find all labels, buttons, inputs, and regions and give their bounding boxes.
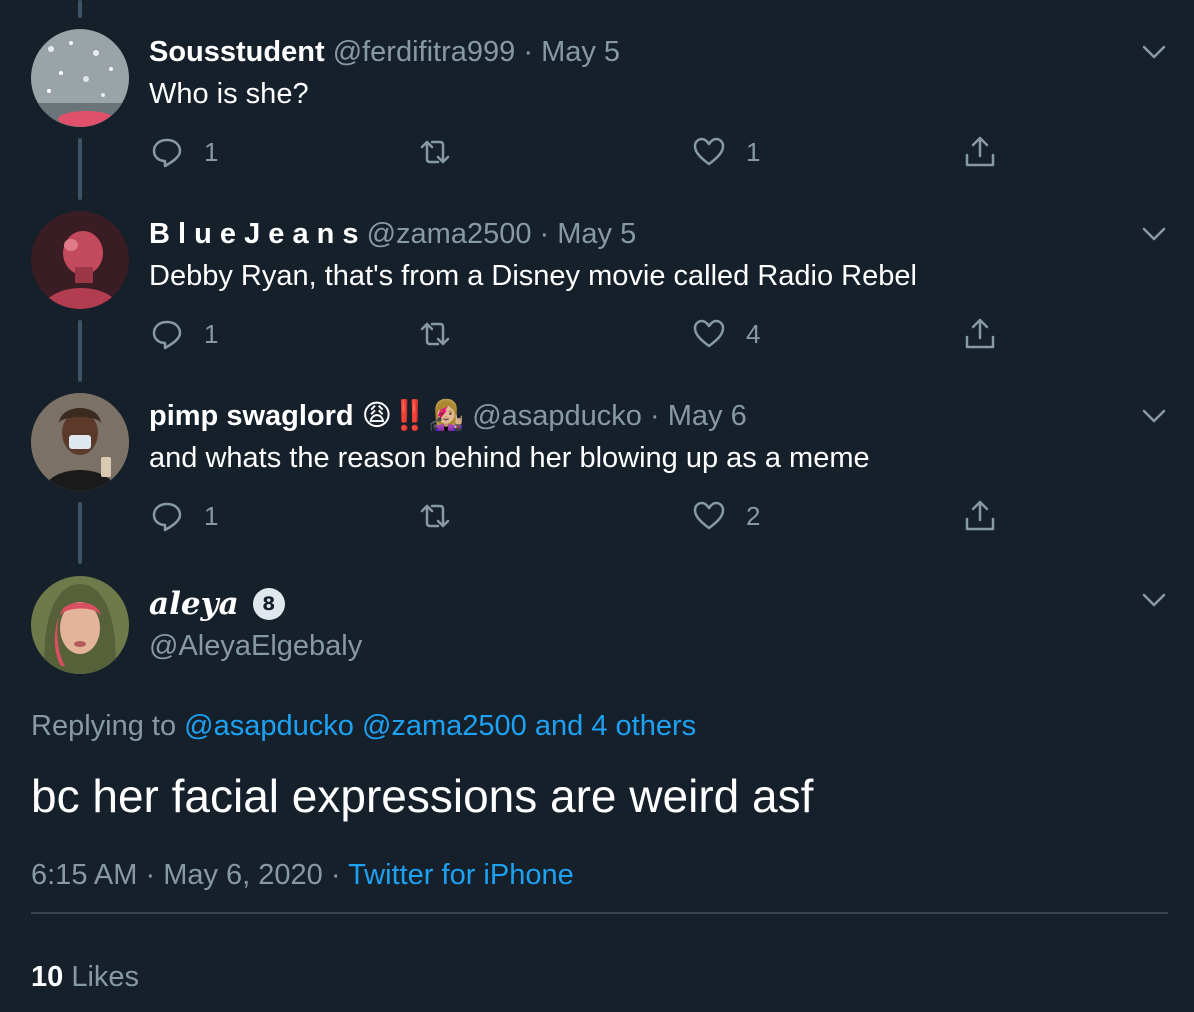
separator-dot: · <box>539 218 550 250</box>
like-count: 1 <box>746 136 761 167</box>
display-name[interactable]: aleya 8 <box>149 584 285 624</box>
share-button[interactable] <box>963 134 997 170</box>
like-count: 4 <box>746 318 761 349</box>
like-button[interactable]: 1 <box>692 134 760 170</box>
avatar[interactable] <box>31 576 129 674</box>
like-button[interactable]: 4 <box>692 316 760 352</box>
tweet-text: Who is she? <box>149 78 309 110</box>
reply-button[interactable]: 1 <box>150 316 218 352</box>
like-count: 2 <box>746 500 761 531</box>
share-button[interactable] <box>963 316 997 352</box>
reply-header: pimp swaglord 😩‼️👩🏼‍🎤 @asapducko · May 6 <box>149 396 747 436</box>
action-bar: 1 4 <box>0 302 1194 362</box>
reply-icon <box>152 138 182 168</box>
user-handle[interactable]: @zama2500 <box>367 218 532 250</box>
divider <box>31 912 1168 914</box>
eight-ball-icon: 8 <box>252 588 285 620</box>
replying-to: Replying to @asapducko @zama2500 and 4 o… <box>31 706 696 746</box>
display-name[interactable]: B l u e J e a n s <box>149 218 359 250</box>
like-icon <box>693 501 725 530</box>
avatar[interactable] <box>31 29 129 127</box>
reply-count: 1 <box>204 318 219 349</box>
retweet-button[interactable] <box>418 134 452 170</box>
tweet-time[interactable]: 6:15 AM <box>31 859 137 891</box>
user-handle[interactable]: @AleyaElgebaly <box>149 626 362 666</box>
name-emojis: 😩‼️👩🏼‍🎤 <box>361 400 465 432</box>
avatar[interactable] <box>31 211 129 309</box>
retweet-icon <box>420 140 450 164</box>
reply-header: Sousstudent @ferdifitra999 · May 5 <box>149 32 620 72</box>
like-button[interactable]: 2 <box>692 498 760 534</box>
chevron-down-icon[interactable] <box>1140 586 1168 614</box>
reply-tweet[interactable]: Sousstudent @ferdifitra999 · May 5 Who i… <box>0 0 1194 182</box>
retweet-icon <box>420 322 450 346</box>
avatar[interactable] <box>31 393 129 491</box>
tweet-text: and whats the reason behind her blowing … <box>149 442 870 474</box>
others-link[interactable]: and 4 others <box>535 710 696 742</box>
separator-dot: · <box>523 36 534 68</box>
separator-dot: · <box>650 400 660 432</box>
display-name[interactable]: Sousstudent <box>149 36 325 68</box>
share-button[interactable] <box>963 498 997 534</box>
reply-tweet[interactable]: B l u e J e a n s @zama2500 · May 5 Debb… <box>0 182 1194 364</box>
replying-prefix: Replying to <box>31 710 177 742</box>
likes-count: 10 <box>31 961 64 993</box>
action-bar: 1 1 <box>0 120 1194 180</box>
tweet-meta: 6:15 AM · May 6, 2020 · Twitter for iPho… <box>31 859 574 891</box>
likes-summary[interactable]: 10 Likes <box>31 957 139 997</box>
display-name[interactable]: pimp swaglord <box>149 400 354 432</box>
share-icon <box>965 500 995 531</box>
mention-link[interactable]: @asapducko <box>184 710 354 742</box>
retweet-icon <box>420 504 450 528</box>
like-icon <box>693 137 725 166</box>
reply-header: B l u e J e a n s @zama2500 · May 5 <box>149 214 636 254</box>
chevron-down-icon[interactable] <box>1140 220 1168 248</box>
action-bar: 1 2 <box>0 484 1194 544</box>
retweet-button[interactable] <box>418 498 452 534</box>
share-icon <box>965 318 995 349</box>
tweet-text: bc her facial expressions are weird asf <box>31 770 814 822</box>
share-icon <box>965 136 995 167</box>
tweet-thread: Sousstudent @ferdifitra999 · May 5 Who i… <box>0 0 1194 1012</box>
reply-count: 1 <box>204 500 219 531</box>
mention-link[interactable]: @zama2500 <box>362 710 527 742</box>
tweet-source[interactable]: Twitter for iPhone <box>348 859 574 891</box>
user-handle[interactable]: @ferdifitra999 <box>333 36 516 68</box>
reply-count: 1 <box>204 136 219 167</box>
retweet-button[interactable] <box>418 316 452 352</box>
chevron-down-icon[interactable] <box>1140 38 1168 66</box>
tweet-full-date[interactable]: May 6, 2020 <box>163 859 323 891</box>
tweet-text: Debby Ryan, that's from a Disney movie c… <box>149 260 917 292</box>
reply-tweet[interactable]: pimp swaglord 😩‼️👩🏼‍🎤 @asapducko · May 6… <box>0 364 1194 546</box>
reply-icon <box>152 502 182 532</box>
reply-icon <box>152 320 182 350</box>
reply-button[interactable]: 1 <box>150 498 218 534</box>
tweet-date[interactable]: May 5 <box>557 218 636 250</box>
chevron-down-icon[interactable] <box>1140 402 1168 430</box>
reply-button[interactable]: 1 <box>150 134 218 170</box>
like-icon <box>693 319 725 348</box>
likes-label: Likes <box>71 961 140 993</box>
main-display-name[interactable]: aleya <box>149 584 239 624</box>
tweet-date[interactable]: May 6 <box>668 400 747 432</box>
user-handle[interactable]: @asapducko <box>472 400 642 432</box>
tweet-date[interactable]: May 5 <box>541 36 620 68</box>
